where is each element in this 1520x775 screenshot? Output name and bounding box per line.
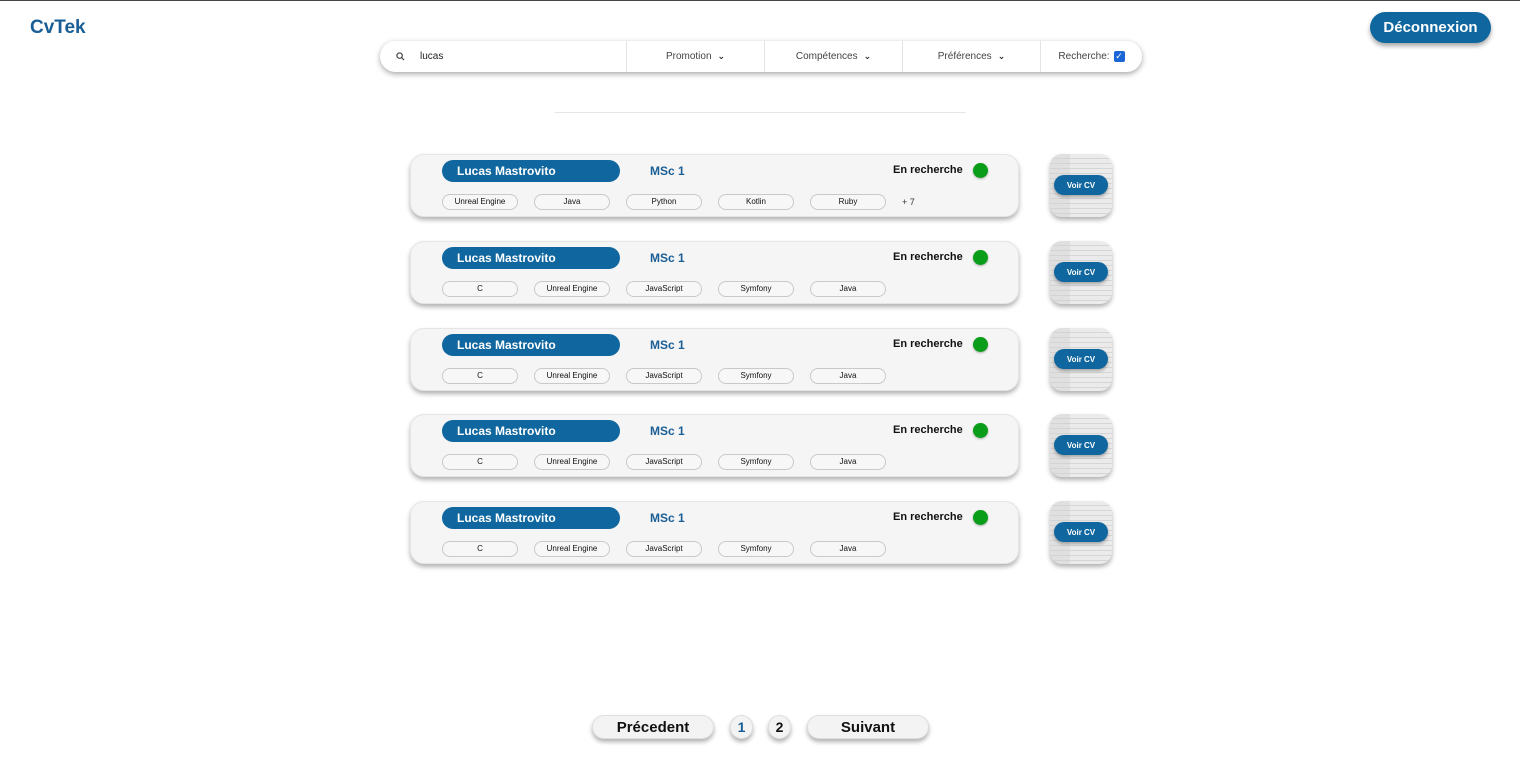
- skill-tag: Symfony: [718, 368, 794, 384]
- cv-thumbnail[interactable]: Voir CV: [1050, 328, 1112, 391]
- logout-button[interactable]: Déconnexion: [1370, 12, 1491, 43]
- search-bar: Promotion ⌄ Compétences ⌄ Préférences ⌄ …: [380, 41, 1142, 72]
- chevron-down-icon: ⌄: [863, 51, 872, 61]
- candidate-status: En recherche: [893, 511, 963, 523]
- candidate-card[interactable]: Lucas Mastrovito MSc 1 En recherche C Unr…: [410, 414, 1019, 477]
- divider: [555, 112, 966, 113]
- candidate-row: Lucas Mastrovito MSc 1 En recherche C Unr…: [410, 501, 1112, 564]
- skill-tag: JavaScript: [626, 281, 702, 297]
- skill-tag: Unreal Engine: [534, 281, 610, 297]
- skill-tag: Unreal Engine: [442, 194, 518, 210]
- checkbox-checked-icon[interactable]: ✓: [1113, 51, 1125, 62]
- candidate-name: Lucas Mastrovito: [442, 507, 620, 529]
- skill-tag: JavaScript: [626, 454, 702, 470]
- skill-tag: Python: [626, 194, 702, 210]
- cv-thumbnail[interactable]: Voir CV: [1050, 154, 1112, 217]
- skill-tag: C: [442, 541, 518, 557]
- candidate-card[interactable]: Lucas Mastrovito MSc 1 En recherche C Unr…: [410, 241, 1019, 304]
- promotion-filter[interactable]: Promotion ⌄: [626, 41, 764, 72]
- more-skills-count[interactable]: + 7: [902, 197, 915, 207]
- candidate-status: En recherche: [893, 164, 963, 176]
- view-cv-button[interactable]: Voir CV: [1054, 175, 1108, 195]
- candidate-status: En recherche: [893, 424, 963, 436]
- candidate-card[interactable]: Lucas Mastrovito MSc 1 En recherche C Unr…: [410, 328, 1019, 391]
- candidate-row: Lucas Mastrovito MSc 1 En recherche C Unr…: [410, 241, 1112, 304]
- skill-tag: Java: [810, 541, 886, 557]
- candidate-name: Lucas Mastrovito: [442, 334, 620, 356]
- previous-page-button[interactable]: Précedent: [592, 715, 714, 739]
- page-number-1[interactable]: 1: [730, 715, 753, 739]
- candidate-card[interactable]: Lucas Mastrovito MSc 1 En recherche Unre…: [410, 154, 1019, 217]
- candidate-promo: MSc 1: [650, 424, 685, 438]
- search-icon[interactable]: [380, 52, 420, 61]
- candidate-promo: MSc 1: [650, 251, 685, 265]
- skill-tag: Unreal Engine: [534, 454, 610, 470]
- status-indicator-icon: [973, 337, 988, 352]
- view-cv-button[interactable]: Voir CV: [1054, 262, 1108, 282]
- skills-list: C Unreal Engine JavaScript Symfony Java: [442, 454, 886, 470]
- skill-tag: JavaScript: [626, 541, 702, 557]
- recherche-toggle[interactable]: Recherche: ✓: [1040, 41, 1142, 72]
- skill-tag: C: [442, 454, 518, 470]
- status-indicator-icon: [973, 250, 988, 265]
- candidate-promo: MSc 1: [650, 511, 685, 525]
- cv-thumbnail[interactable]: Voir CV: [1050, 241, 1112, 304]
- competences-filter-label: Compétences: [795, 51, 858, 62]
- candidate-row: Lucas Mastrovito MSc 1 En recherche Unre…: [410, 154, 1112, 217]
- recherche-label: Recherche:: [1058, 51, 1110, 62]
- status-indicator-icon: [973, 163, 988, 178]
- skill-tag: Java: [810, 281, 886, 297]
- status-indicator-icon: [973, 510, 988, 525]
- chevron-down-icon: ⌄: [997, 51, 1006, 61]
- candidate-name: Lucas Mastrovito: [442, 247, 620, 269]
- skill-tag: Java: [810, 454, 886, 470]
- candidate-status: En recherche: [893, 338, 963, 350]
- status-indicator-icon: [973, 423, 988, 438]
- cv-thumbnail[interactable]: Voir CV: [1050, 501, 1112, 564]
- skill-tag: Java: [534, 194, 610, 210]
- skill-tag: JavaScript: [626, 368, 702, 384]
- skill-tag: Symfony: [718, 541, 794, 557]
- skill-tag: Ruby: [810, 194, 886, 210]
- candidate-name: Lucas Mastrovito: [442, 160, 620, 182]
- skills-list: C Unreal Engine JavaScript Symfony Java: [442, 281, 886, 297]
- candidate-promo: MSc 1: [650, 164, 685, 178]
- skill-tag: Symfony: [718, 454, 794, 470]
- candidate-card[interactable]: Lucas Mastrovito MSc 1 En recherche C Unr…: [410, 501, 1019, 564]
- view-cv-button[interactable]: Voir CV: [1054, 349, 1108, 369]
- view-cv-button[interactable]: Voir CV: [1054, 435, 1108, 455]
- candidate-status: En recherche: [893, 251, 963, 263]
- skill-tag: C: [442, 368, 518, 384]
- skill-tag: C: [442, 281, 518, 297]
- search-input[interactable]: [420, 51, 625, 62]
- skill-tag: Symfony: [718, 281, 794, 297]
- candidate-promo: MSc 1: [650, 338, 685, 352]
- app-logo[interactable]: CvTek: [30, 17, 86, 39]
- preferences-filter-label: Préférences: [937, 51, 992, 62]
- skills-list: C Unreal Engine JavaScript Symfony Java: [442, 541, 886, 557]
- view-cv-button[interactable]: Voir CV: [1054, 522, 1108, 542]
- skill-tag: Unreal Engine: [534, 541, 610, 557]
- preferences-filter[interactable]: Préférences ⌄: [902, 41, 1040, 72]
- page-number-2[interactable]: 2: [768, 715, 791, 739]
- candidate-row: Lucas Mastrovito MSc 1 En recherche C Unr…: [410, 414, 1112, 477]
- promotion-filter-label: Promotion: [665, 51, 712, 62]
- candidate-name: Lucas Mastrovito: [442, 420, 620, 442]
- candidate-row: Lucas Mastrovito MSc 1 En recherche C Unr…: [410, 328, 1112, 391]
- skills-list: C Unreal Engine JavaScript Symfony Java: [442, 368, 886, 384]
- chevron-down-icon: ⌄: [717, 51, 726, 61]
- skill-tag: Unreal Engine: [534, 368, 610, 384]
- next-page-button[interactable]: Suivant: [807, 715, 929, 739]
- cv-thumbnail[interactable]: Voir CV: [1050, 414, 1112, 477]
- skill-tag: Java: [810, 368, 886, 384]
- competences-filter[interactable]: Compétences ⌄: [764, 41, 902, 72]
- skill-tag: Kotlin: [718, 194, 794, 210]
- skills-list: Unreal Engine Java Python Kotlin Ruby + 7: [442, 194, 915, 210]
